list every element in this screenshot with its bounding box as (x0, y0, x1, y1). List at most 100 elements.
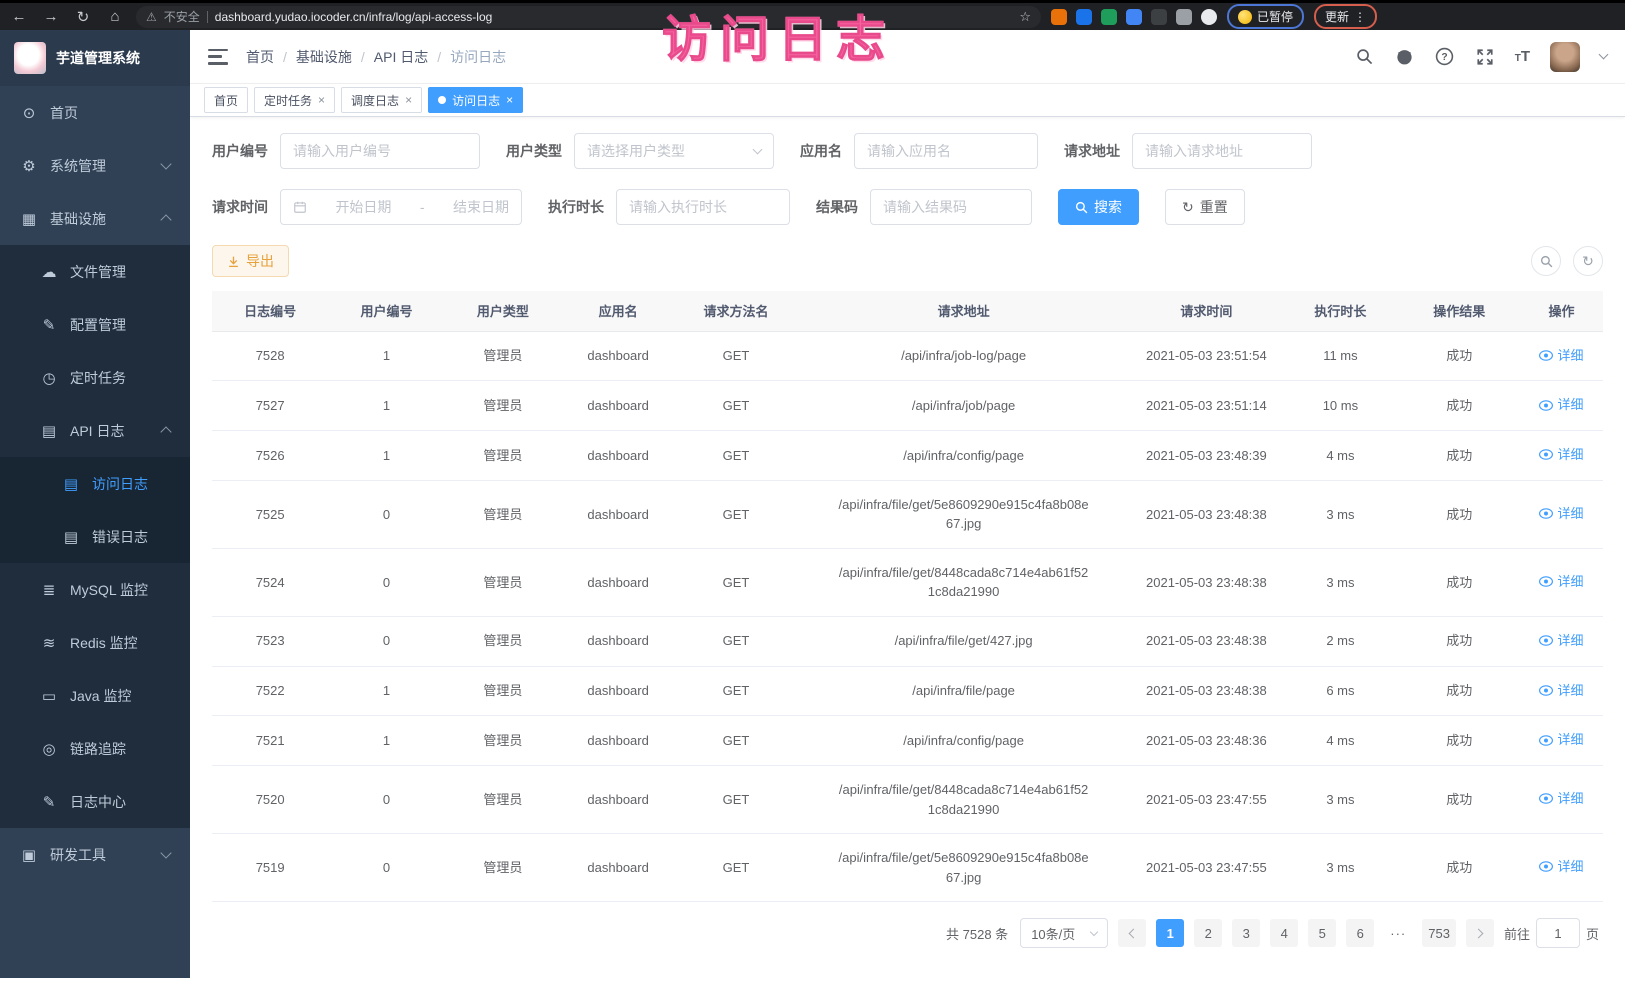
用户编号-input[interactable] (293, 143, 467, 159)
github-icon[interactable] (1395, 47, 1415, 67)
breadcrumb-item[interactable]: 首页 (246, 47, 274, 67)
browser-forward-icon[interactable]: → (40, 8, 62, 25)
page-button-3[interactable]: 3 (1232, 919, 1260, 947)
sidebar-item-定时任务[interactable]: ◷定时任务 (0, 351, 190, 404)
detail-link[interactable]: 详细 (1539, 504, 1583, 524)
page-size-select[interactable]: 10条/页 (1020, 918, 1108, 948)
extension-icon-green[interactable] (1101, 9, 1117, 25)
page-button-5[interactable]: 5 (1308, 919, 1336, 947)
sidebar-item-访问日志[interactable]: ▤访问日志 (0, 457, 190, 510)
extension-icon-multi[interactable] (1126, 9, 1142, 25)
api-log-icon: ▤ (40, 422, 58, 440)
结果码-input[interactable] (883, 199, 1019, 215)
tab-访问日志[interactable]: 访问日志× (428, 87, 523, 113)
detail-link[interactable]: 详细 (1539, 346, 1583, 366)
goto-page-input[interactable] (1536, 918, 1580, 948)
browser-home-icon[interactable]: ⌂ (104, 8, 126, 25)
bookmark-star-icon[interactable]: ☆ (1019, 9, 1031, 25)
prev-page-button[interactable] (1118, 919, 1146, 947)
update-button[interactable]: 更新 ⋮ (1314, 4, 1377, 29)
next-page-button[interactable] (1466, 919, 1494, 947)
breadcrumb-item[interactable]: 基础设施 (296, 47, 352, 67)
reset-button[interactable]: ↻重置 (1165, 189, 1245, 225)
goto-unit: 页 (1586, 924, 1599, 943)
tab-close-icon[interactable]: × (318, 93, 325, 107)
page-button-1[interactable]: 1 (1156, 919, 1184, 947)
eye-icon (1539, 350, 1553, 361)
detail-link[interactable]: 详细 (1539, 681, 1583, 701)
sidebar-item-系统管理[interactable]: ⚙系统管理 (0, 139, 190, 192)
detail-link[interactable]: 详细 (1539, 857, 1583, 877)
tab-定时任务[interactable]: 定时任务× (254, 87, 335, 113)
detail-link[interactable]: 详细 (1539, 789, 1583, 809)
sidebar-item-错误日志[interactable]: ▤错误日志 (0, 510, 190, 563)
sidebar-item-mysql-监控[interactable]: ≣MySQL 监控 (0, 563, 190, 616)
sidebar-item-日志中心[interactable]: ✎日志中心 (0, 775, 190, 828)
extension-icon-gray[interactable] (1176, 9, 1192, 25)
sidebar-item-文件管理[interactable]: ☁文件管理 (0, 245, 190, 298)
table-row: 75230管理员dashboardGET/api/infra/file/get/… (212, 616, 1603, 666)
browser-back-icon[interactable]: ← (8, 8, 30, 25)
sidebar-item-研发工具[interactable]: ▣研发工具 (0, 828, 190, 881)
sidebar-item-api-日志[interactable]: ▤API 日志 (0, 404, 190, 457)
extension-icon-light[interactable] (1201, 9, 1217, 25)
cell-duration: 4 ms (1282, 431, 1398, 481)
detail-link[interactable]: 详细 (1539, 445, 1583, 465)
refresh-button[interactable]: ↻ (1573, 246, 1603, 276)
export-button[interactable]: 导出 (212, 245, 289, 277)
table-row: 75250管理员dashboardGET/api/infra/file/get/… (212, 480, 1603, 548)
logo[interactable]: 芋道管理系统 (0, 30, 190, 86)
tab-首页[interactable]: 首页 (204, 87, 248, 113)
user-avatar[interactable] (1550, 42, 1580, 72)
fullscreen-icon[interactable] (1475, 47, 1495, 67)
request-url-text: /api/infra/file/get/8448cada8c714e4ab61f… (836, 563, 1091, 602)
tab-close-icon[interactable]: × (506, 93, 513, 107)
help-icon[interactable]: ? (1435, 47, 1455, 67)
cell-result: 成功 (1399, 331, 1520, 381)
page-button-2[interactable]: 2 (1194, 919, 1222, 947)
table-row: 75221管理员dashboardGET/api/infra/file/page… (212, 666, 1603, 716)
extension-icon-dark[interactable] (1151, 9, 1167, 25)
breadcrumb-item[interactable]: 访问日志 (450, 47, 506, 67)
sidebar-item-首页[interactable]: ⊙首页 (0, 86, 190, 139)
page-button-6[interactable]: 6 (1346, 919, 1374, 947)
sidebar-item-java-监控[interactable]: ▭Java 监控 (0, 669, 190, 722)
请求地址-input[interactable] (1145, 143, 1299, 159)
detail-link[interactable]: 详细 (1539, 572, 1583, 592)
hamburger-icon[interactable] (208, 49, 228, 65)
toggle-search-button[interactable] (1531, 246, 1561, 276)
search-icon[interactable] (1355, 47, 1375, 67)
用户类型-select[interactable]: 请选择用户类型 (574, 133, 774, 169)
date-range-picker[interactable]: 开始日期-结束日期 (280, 189, 522, 225)
extension-icon-blue[interactable] (1076, 9, 1092, 25)
cell-user_id: 0 (328, 480, 444, 548)
sidebar-item-基础设施[interactable]: ▦基础设施 (0, 192, 190, 245)
column-header-应用名: 应用名 (561, 291, 675, 331)
extension-icon-orange[interactable] (1051, 9, 1067, 25)
paused-badge[interactable]: 已暂停 (1227, 4, 1304, 29)
address-bar[interactable]: ⚠ 不安全 dashboard.yudao.iocoder.cn/infra/l… (136, 6, 1041, 28)
font-size-icon[interactable]: TT (1515, 48, 1530, 65)
date-range-separator: - (420, 199, 425, 215)
tab-close-icon[interactable]: × (405, 93, 412, 107)
user-menu-caret-icon[interactable] (1599, 50, 1609, 60)
sidebar-item-配置管理[interactable]: ✎配置管理 (0, 298, 190, 351)
应用名-input[interactable] (867, 143, 1025, 159)
sidebar-item-链路追踪[interactable]: ◎链路追踪 (0, 722, 190, 775)
browser-reload-icon[interactable]: ↻ (72, 8, 94, 26)
filter-label: 应用名 (800, 141, 842, 161)
search-button[interactable]: 搜索 (1058, 189, 1139, 225)
page-button-4[interactable]: 4 (1270, 919, 1298, 947)
detail-link-label: 详细 (1557, 504, 1583, 524)
breadcrumb-item[interactable]: API 日志 (374, 47, 428, 67)
detail-link[interactable]: 详细 (1539, 631, 1583, 651)
browser-menu-icon[interactable]: ⋮ (1354, 10, 1366, 24)
page-button-753[interactable]: 753 (1422, 919, 1456, 947)
reset-button-label: 重置 (1200, 197, 1228, 217)
执行时长-input[interactable] (629, 199, 777, 215)
page-ellipsis: ··· (1384, 919, 1412, 947)
sidebar-item-redis-监控[interactable]: ≋Redis 监控 (0, 616, 190, 669)
detail-link[interactable]: 详细 (1539, 730, 1583, 750)
detail-link[interactable]: 详细 (1539, 395, 1583, 415)
tab-调度日志[interactable]: 调度日志× (341, 87, 422, 113)
